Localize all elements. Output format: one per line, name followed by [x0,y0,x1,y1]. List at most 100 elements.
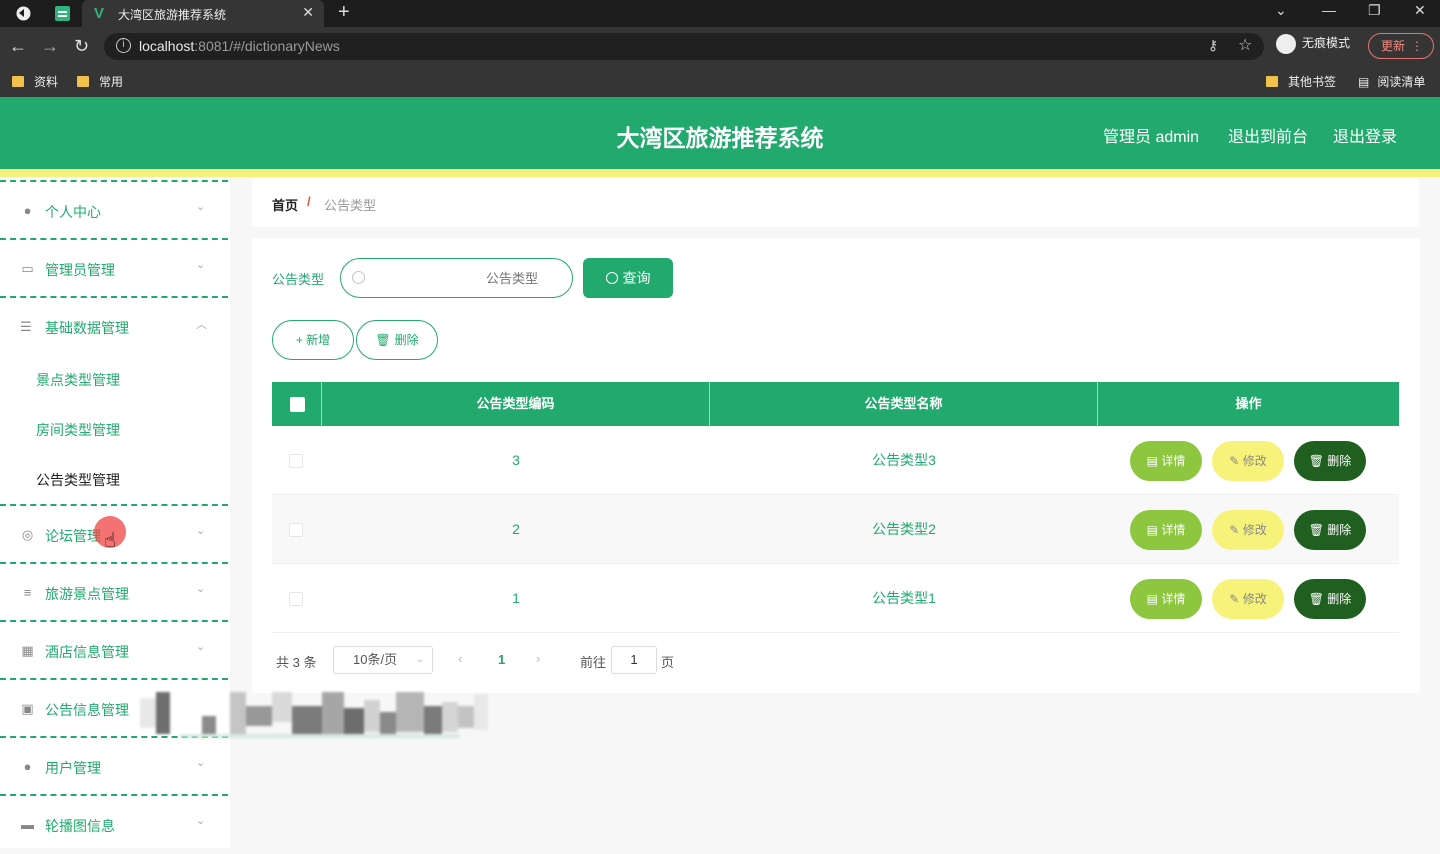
sidebar-subitem-room-type[interactable]: 房间类型管理 [36,420,120,440]
active-tab[interactable]: V 大湾区旅游推荐系统 ✕ [82,0,324,27]
detail-button[interactable]: ▤ 详情 [1130,510,1202,550]
page-size-select[interactable]: 10条/页 ⌄ [333,646,433,674]
goto-page-input[interactable]: 1 [611,646,657,674]
site-info-icon[interactable]: i [116,38,131,53]
tab-close-icon[interactable]: ✕ [302,4,314,21]
sidebar-item-scenic-spots[interactable]: ≡ 旅游景点管理 ⌄ [0,564,228,622]
table-row: 2 公告类型2 ▤ 详情 ✎ 修改 🗑 删除 [272,495,1399,564]
pagination-total: 共 3 条 [276,655,317,670]
logout-link[interactable]: 退出登录 [1333,123,1397,147]
document-icon: ▤ [1146,523,1162,537]
url-field[interactable]: i localhost:8081/#/dictionaryNews ⚷ ☆ [104,33,1264,60]
folder-icon [1266,76,1278,87]
bookmark-folder-changyong[interactable]: 常用 [77,73,123,90]
update-button[interactable]: 更新 ⋮ [1368,33,1434,59]
sidebar-item-label: 论坛管理 [45,528,101,544]
bookmark-star-icon[interactable]: ☆ [1238,35,1252,55]
reading-list-icon: ▤ [1358,75,1370,89]
cell-code: 1 [512,590,520,606]
chevron-down-icon: ⌄ [196,525,206,537]
back-icon[interactable]: ← [9,36,27,57]
chevron-down-icon: ⌄ [196,201,206,213]
hand-cursor-icon: ☝ [104,530,117,552]
query-button[interactable]: 查询 [583,258,673,298]
edit-button[interactable]: ✎ 修改 [1212,579,1284,619]
sidebar-item-hotels[interactable]: ▦ 酒店信息管理 ⌄ [0,622,228,680]
sidebar-item-personal-center[interactable]: ● 个人中心 ⌄ [0,182,228,240]
search-label: 公告类型 [272,272,325,287]
edit-button[interactable]: ✎ 修改 [1212,441,1284,481]
batch-delete-button[interactable]: 🗑 删除 [356,320,438,360]
header-accent-line [0,169,1440,177]
edit-button[interactable]: ✎ 修改 [1212,510,1284,550]
pencil-icon: ✎ [1229,454,1243,468]
restore-icon[interactable]: ❐ [1368,2,1381,19]
breadcrumb-home[interactable]: 首页 [272,195,298,214]
pixelated-overlay [140,688,488,740]
detail-button[interactable]: ▤ 详情 [1130,441,1202,481]
cell-code: 3 [512,452,520,468]
person-icon: ● [23,759,32,774]
tab-search-icon[interactable]: ⌄ [1275,2,1287,19]
close-window-icon[interactable]: ✕ [1414,2,1426,19]
compass-icon: ◎ [21,527,34,542]
sidebar-item-label: 管理员管理 [45,262,115,278]
new-tab-icon[interactable]: + [338,1,350,24]
next-page-icon[interactable]: › [536,651,540,666]
sidebar-item-label: 用户管理 [45,760,101,776]
breadcrumb-current: 公告类型 [324,198,377,213]
grid-icon: ▦ [21,643,34,658]
incognito-indicator[interactable]: 无痕模式 [1276,34,1350,54]
detail-button[interactable]: ▤ 详情 [1130,579,1202,619]
reading-list[interactable]: ▤ 阅读清单 [1358,73,1425,90]
reload-icon[interactable]: ↻ [74,36,89,57]
folder-icon [77,76,89,87]
card-icon: ▭ [21,261,34,276]
document-icon: ▤ [1146,592,1162,606]
trash-icon: 🗑 [1308,454,1328,468]
document-icon: ▤ [1146,454,1162,468]
header-code: 公告类型编码 [322,382,710,426]
row-checkbox[interactable] [289,523,303,537]
sidebar-item-label: 基础数据管理 [45,320,129,336]
to-front-link[interactable]: 退出到前台 [1228,123,1308,147]
row-checkbox[interactable] [289,592,303,606]
page-unit-label: 页 [661,655,675,670]
delete-button[interactable]: 🗑 删除 [1294,441,1366,481]
bookmark-folder-ziliao[interactable]: 资料 [12,73,58,90]
pinned-tab-icon[interactable] [54,5,71,22]
table-header: 公告类型编码 公告类型名称 操作 [272,382,1399,426]
sidebar-item-admin-management[interactable]: ▭ 管理员管理 ⌄ [0,240,228,298]
sidebar-item-carousel[interactable]: ▬ 轮播图信息 ⌄ [0,796,228,854]
browser-menu-icon[interactable] [15,5,32,22]
row-checkbox[interactable] [289,454,303,468]
chevron-up-icon: ︿ [196,319,207,331]
trash-icon: 🗑 [1308,592,1328,606]
prev-page-icon[interactable]: ‹ [458,651,462,666]
main-panel: 公告类型 查询 + 新增 🗑删除 公告类型编码 公告类型名称 操作 3 公告类型… [252,238,1420,693]
sidebar-subitem-scenic-type[interactable]: 景点类型管理 [36,370,120,390]
table-row: 1 公告类型1 ▤ 详情 ✎ 修改 🗑 删除 [272,564,1399,633]
incognito-icon [1276,34,1296,54]
sidebar-item-label: 公告信息管理 [45,702,129,718]
minimize-icon[interactable]: — [1322,2,1336,18]
chevron-down-icon: ⌄ [415,654,424,665]
admin-label: 管理员 admin [1103,129,1200,146]
chevron-down-icon: ⌄ [196,259,206,271]
search-icon [352,271,365,284]
sidebar-item-users[interactable]: ● 用户管理 ⌄ [0,738,228,796]
add-button[interactable]: + 新增 [272,320,354,360]
chevron-down-icon: ⌄ [196,757,206,769]
key-icon[interactable]: ⚷ [1208,37,1218,54]
page-number-current[interactable]: 1 [498,652,505,667]
search-input[interactable] [340,258,573,298]
bookmark-folder-other[interactable]: 其他书签 [1266,73,1336,90]
sidebar-subitem-notice-type[interactable]: 公告类型管理 [36,470,120,490]
forward-icon[interactable]: → [41,36,59,57]
chevron-down-icon: ⌄ [196,815,206,827]
sidebar-item-label: 轮播图信息 [45,818,115,834]
list-icon: ≡ [23,585,32,600]
delete-button[interactable]: 🗑 删除 [1294,579,1366,619]
select-all-checkbox[interactable] [290,397,305,412]
delete-button[interactable]: 🗑 删除 [1294,510,1366,550]
